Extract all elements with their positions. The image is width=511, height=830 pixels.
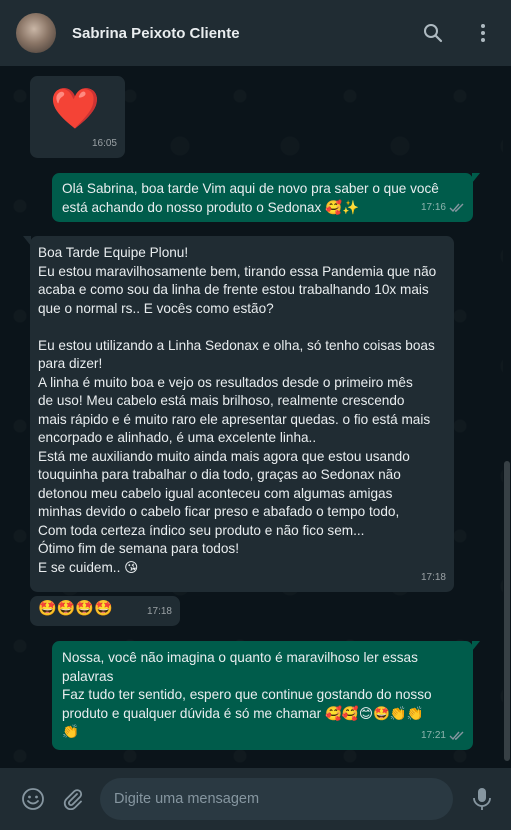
microphone-icon[interactable]: [469, 786, 495, 812]
message-text: 🤩🤩🤩🤩: [38, 600, 113, 617]
compose-bar: [0, 768, 511, 830]
scrollbar-thumb[interactable]: [504, 461, 510, 761]
message-incoming[interactable]: 🤩🤩🤩🤩 17:18: [30, 596, 180, 626]
message-list[interactable]: ❤️ 16:05 Olá Sabrina, boa tarde Vim aqui…: [0, 66, 503, 768]
menu-icon[interactable]: [471, 21, 495, 45]
message-outgoing[interactable]: Nossa, você não imagina o quanto é marav…: [52, 641, 480, 750]
scrollbar[interactable]: [503, 66, 511, 768]
read-ticks-icon: [449, 731, 464, 740]
message-time: 17:21: [420, 729, 446, 741]
message-time: 17:18: [420, 571, 446, 583]
message-text: Boa Tarde Equipe Plonu! Eu estou maravil…: [38, 245, 437, 575]
message-input[interactable]: [100, 778, 453, 820]
message-outgoing[interactable]: Olá Sabrina, boa tarde Vim aqui de novo …: [52, 173, 480, 222]
message-text: Olá Sabrina, boa tarde Vim aqui de novo …: [62, 181, 439, 215]
chat-header: Sabrina Peixoto Cliente: [0, 0, 511, 66]
read-ticks-icon: [449, 203, 464, 212]
search-icon[interactable]: [421, 21, 445, 45]
message-text: ❤️: [50, 87, 100, 131]
message-time: 17:16: [420, 201, 446, 213]
emoji-icon[interactable]: [20, 786, 46, 812]
message-time: 17:18: [146, 605, 172, 617]
contact-name[interactable]: Sabrina Peixoto Cliente: [72, 25, 395, 42]
message-text: Nossa, você não imagina o quanto é marav…: [62, 650, 432, 739]
avatar[interactable]: [16, 13, 56, 53]
attach-icon[interactable]: [60, 786, 86, 812]
message-incoming[interactable]: ❤️ 16:05: [30, 76, 125, 158]
message-incoming[interactable]: Boa Tarde Equipe Plonu! Eu estou maravil…: [23, 236, 454, 592]
message-time: 16:05: [91, 137, 117, 149]
